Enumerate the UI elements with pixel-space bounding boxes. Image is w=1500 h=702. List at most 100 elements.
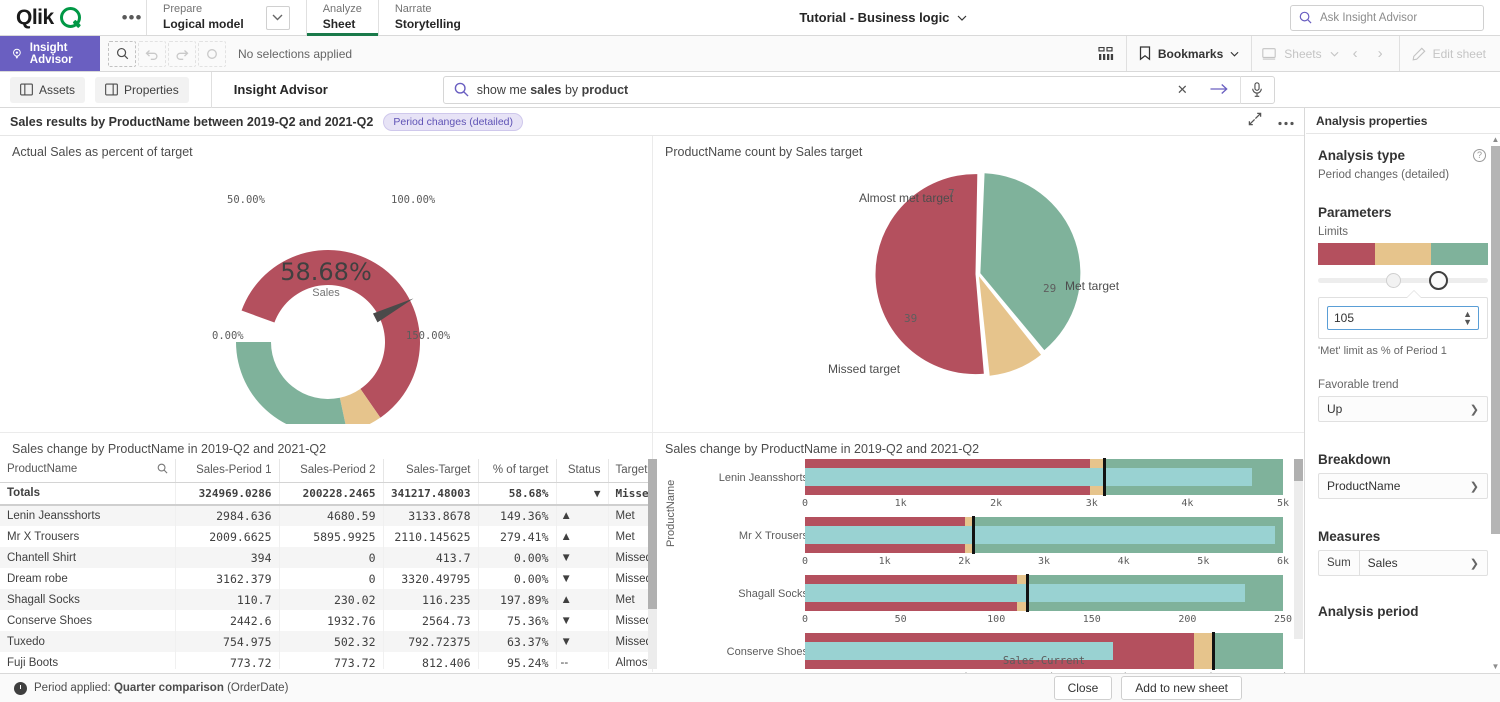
cell-productname[interactable]: Shagall Socks: [0, 589, 175, 610]
collapse-icon[interactable]: [1248, 112, 1262, 131]
cell-pct: 63.37%: [478, 631, 556, 652]
clear-search-icon[interactable]: ✕: [1167, 82, 1198, 98]
th-productname-label: ProductName: [7, 463, 77, 475]
voice-search-icon[interactable]: [1240, 76, 1274, 104]
column-search-icon[interactable]: [157, 463, 168, 477]
th-sales-period-1[interactable]: Sales-Period 1: [175, 459, 279, 482]
bullet-value-bar: [805, 468, 1252, 486]
pie-chart[interactable]: Almost met target Met target Missed targ…: [653, 162, 1305, 424]
insight-advisor-tab[interactable]: Insight Advisor: [0, 36, 100, 71]
nav-section-narrate[interactable]: Narrate Storytelling: [378, 0, 477, 35]
cell-productname[interactable]: Dream robe: [0, 568, 175, 589]
cell-target: 3320.49795: [383, 568, 478, 589]
table-row[interactable]: Fuji Boots773.72773.72812.40695.24%--Alm…: [0, 652, 652, 669]
next-sheet-icon[interactable]: ›: [1372, 45, 1389, 62]
assets-button[interactable]: Assets: [10, 77, 85, 103]
th-productname[interactable]: ProductName: [0, 459, 175, 482]
selection-search-icon[interactable]: [108, 41, 136, 67]
insight-content-area: Sales results by ProductName between 201…: [0, 108, 1305, 673]
th-status[interactable]: Status: [556, 459, 608, 482]
bookmarks-button[interactable]: Bookmarks: [1126, 36, 1251, 71]
pie-title: ProductName count by Sales target: [653, 136, 1305, 159]
cell-productname[interactable]: Conserve Shoes: [0, 610, 175, 631]
nav-section-prepare[interactable]: Prepare Logical model: [146, 0, 306, 35]
qlik-logo[interactable]: Qlik: [0, 0, 118, 35]
cell-target: 116.235: [383, 589, 478, 610]
th-pct-of-target[interactable]: % of target: [478, 459, 556, 482]
edit-sheet-button[interactable]: Edit sheet: [1399, 36, 1500, 71]
chevron-down-icon[interactable]: [266, 6, 290, 30]
table-row[interactable]: Lenin Jeansshorts2984.6364680.593133.867…: [0, 505, 652, 526]
insight-search-bar[interactable]: show me sales by product ✕: [443, 76, 1275, 104]
table-row[interactable]: Dream robe3162.37903320.497950.00%▼Misse…: [0, 568, 652, 589]
search-input[interactable]: show me sales by product: [477, 83, 1167, 97]
th-sales-target[interactable]: Sales-Target: [383, 459, 478, 482]
document-title[interactable]: Tutorial - Business logic: [477, 0, 1290, 35]
slider-handle-met[interactable]: [1429, 271, 1448, 290]
table-row[interactable]: Mr X Trousers2009.66255895.99252110.1456…: [0, 526, 652, 547]
table-title: Sales change by ProductName in 2019-Q2 a…: [0, 433, 652, 456]
spinner-arrows-icon[interactable]: ▲▼: [1463, 310, 1472, 326]
totals-name: Totals: [0, 482, 175, 505]
th-sales-period-2[interactable]: Sales-Period 2: [279, 459, 383, 482]
cell-status: --: [556, 652, 608, 669]
cell-target: 792.72375: [383, 631, 478, 652]
bullet-scrollbar[interactable]: [1294, 459, 1303, 639]
add-to-new-sheet-button[interactable]: Add to new sheet: [1121, 676, 1242, 700]
redo-icon[interactable]: [168, 41, 196, 67]
cell-productname[interactable]: Tuxedo: [0, 631, 175, 652]
scrollbar-thumb[interactable]: [1491, 146, 1500, 534]
gauge-chart[interactable]: 58.68% Sales 0.00% 50.00% 100.00% 150.00…: [0, 162, 652, 424]
breakdown-select[interactable]: ProductName ❯: [1318, 473, 1488, 499]
cell-productname[interactable]: Mr X Trousers: [0, 526, 175, 547]
app-grid-icon[interactable]: [1086, 36, 1126, 71]
bullet-chart[interactable]: ProductName Lenin Jeansshorts01k2k3k4k5k…: [653, 459, 1305, 669]
limits-slider[interactable]: [1318, 271, 1488, 289]
nav-section-analyze[interactable]: Analyze Sheet: [306, 0, 378, 35]
clear-selections-icon[interactable]: [198, 41, 226, 67]
undo-icon[interactable]: [138, 41, 166, 67]
table-row[interactable]: Shagall Socks110.7230.02116.235197.89%▲M…: [0, 589, 652, 610]
selection-bar: Insight Advisor No selections applied: [0, 36, 1500, 72]
slider-handle-almost[interactable]: [1386, 273, 1401, 288]
ask-insight-advisor-input[interactable]: Ask Insight Advisor: [1290, 5, 1484, 31]
scroll-up-icon[interactable]: ▲: [1491, 134, 1500, 146]
cell-period2: 0: [279, 568, 383, 589]
overflow-menu-icon[interactable]: [1278, 113, 1294, 131]
cell-productname[interactable]: Lenin Jeansshorts: [0, 505, 175, 526]
limit-band-met: [1431, 243, 1488, 265]
cell-pct: 149.36%: [478, 505, 556, 526]
previous-sheet-icon[interactable]: ‹: [1347, 45, 1364, 62]
th-target[interactable]: Target: [608, 459, 652, 482]
data-table[interactable]: ProductName Sales-Period 1 Sales-Period …: [0, 459, 652, 669]
sheet-icon: [1262, 48, 1276, 60]
cell-productname[interactable]: Fuji Boots: [0, 652, 175, 669]
bullet-target-marker: [1103, 458, 1106, 496]
properties-button[interactable]: Properties: [95, 77, 189, 103]
sheets-control[interactable]: Sheets ‹ ›: [1251, 36, 1398, 71]
cell-period2: 5895.9925: [279, 526, 383, 547]
properties-scrollbar[interactable]: ▲ ▼: [1490, 134, 1500, 673]
table-row[interactable]: Chantell Shirt3940413.70.00%▼Missed: [0, 547, 652, 568]
qlik-sense-app: Qlik ••• Prepare Logical model Analyze S…: [0, 0, 1500, 702]
insight-advisor-toolbar: Assets Properties Insight Advisor show m…: [0, 72, 1500, 108]
measure-select[interactable]: Sum Sales ❯: [1318, 550, 1488, 576]
cell-status: ▼: [556, 568, 608, 589]
cell-productname[interactable]: Chantell Shirt: [0, 547, 175, 568]
footer-actions: Close Add to new sheet: [1054, 676, 1486, 700]
gauge-panel: Actual Sales as percent of target 58.68%…: [0, 136, 652, 432]
table-row[interactable]: Conserve Shoes2442.61932.762564.7375.36%…: [0, 610, 652, 631]
submit-search-icon[interactable]: [1198, 82, 1240, 98]
selection-tools: [100, 36, 226, 71]
more-menu-button[interactable]: •••: [118, 0, 146, 35]
close-button[interactable]: Close: [1054, 676, 1113, 700]
table-row[interactable]: Tuxedo754.975502.32792.7237563.37%▼Misse…: [0, 631, 652, 652]
limit-input[interactable]: 105: [1334, 311, 1463, 325]
scroll-down-icon[interactable]: ▼: [1491, 661, 1500, 673]
breakdown-value: ProductName: [1327, 479, 1400, 493]
help-icon[interactable]: ?: [1473, 149, 1486, 162]
limit-spinner[interactable]: 105 ▲▼: [1327, 306, 1479, 330]
cell-period2: 0: [279, 547, 383, 568]
analysis-properties-body: Analysis type ? Period changes (detailed…: [1306, 134, 1500, 619]
favorable-trend-select[interactable]: Up ❯: [1318, 396, 1488, 422]
